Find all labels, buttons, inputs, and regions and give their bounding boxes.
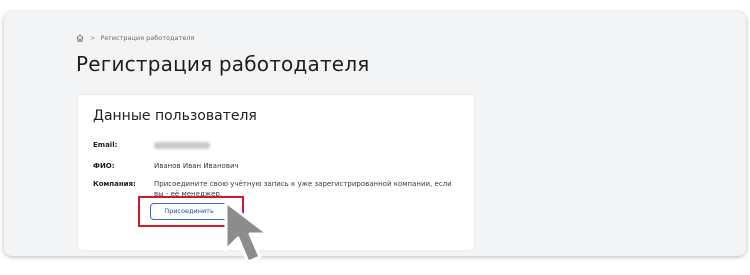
page-title: Регистрация работодателя: [76, 52, 370, 76]
mouse-pointer-icon: [224, 200, 270, 264]
email-label: Email:: [93, 141, 118, 149]
home-icon[interactable]: [76, 34, 84, 42]
card-title: Данные пользователя: [93, 108, 257, 124]
breadcrumb-current: Регистрация работодателя: [100, 34, 195, 42]
page-container: > Регистрация работодателя Регистрация р…: [4, 12, 746, 256]
join-company-button[interactable]: Присоединить: [150, 203, 228, 220]
fio-value: Иванов Иван Иванович: [154, 162, 239, 170]
breadcrumb-separator: >: [90, 34, 96, 42]
company-label: Компания:: [93, 180, 136, 188]
fio-label: ФИО:: [93, 162, 115, 170]
breadcrumb: > Регистрация работодателя: [76, 34, 194, 42]
email-value-blurred: [154, 140, 210, 152]
